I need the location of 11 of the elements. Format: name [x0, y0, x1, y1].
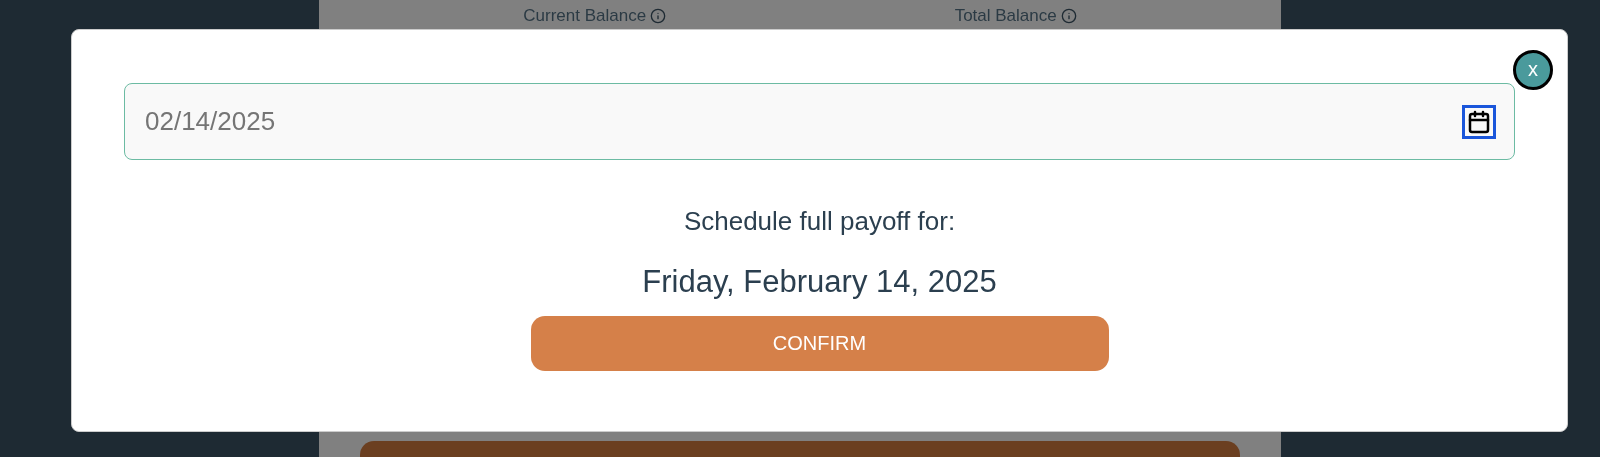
date-value: 02/14/2025 [145, 105, 276, 138]
balance-label: Total Balance [954, 6, 1057, 26]
info-icon[interactable] [650, 8, 667, 24]
close-button[interactable]: x [1513, 50, 1553, 90]
date-field[interactable]: 02/14/2025 [124, 83, 1515, 160]
balance-label: Current Balance [523, 6, 647, 26]
calendar-icon[interactable] [1462, 104, 1496, 139]
schedule-prompt: Schedule full payoff for: [683, 205, 956, 238]
selected-date: Friday, February 14, 2025 [642, 263, 997, 301]
confirm-button[interactable]: CONFIRM [530, 315, 1109, 371]
info-icon[interactable] [1060, 8, 1077, 24]
